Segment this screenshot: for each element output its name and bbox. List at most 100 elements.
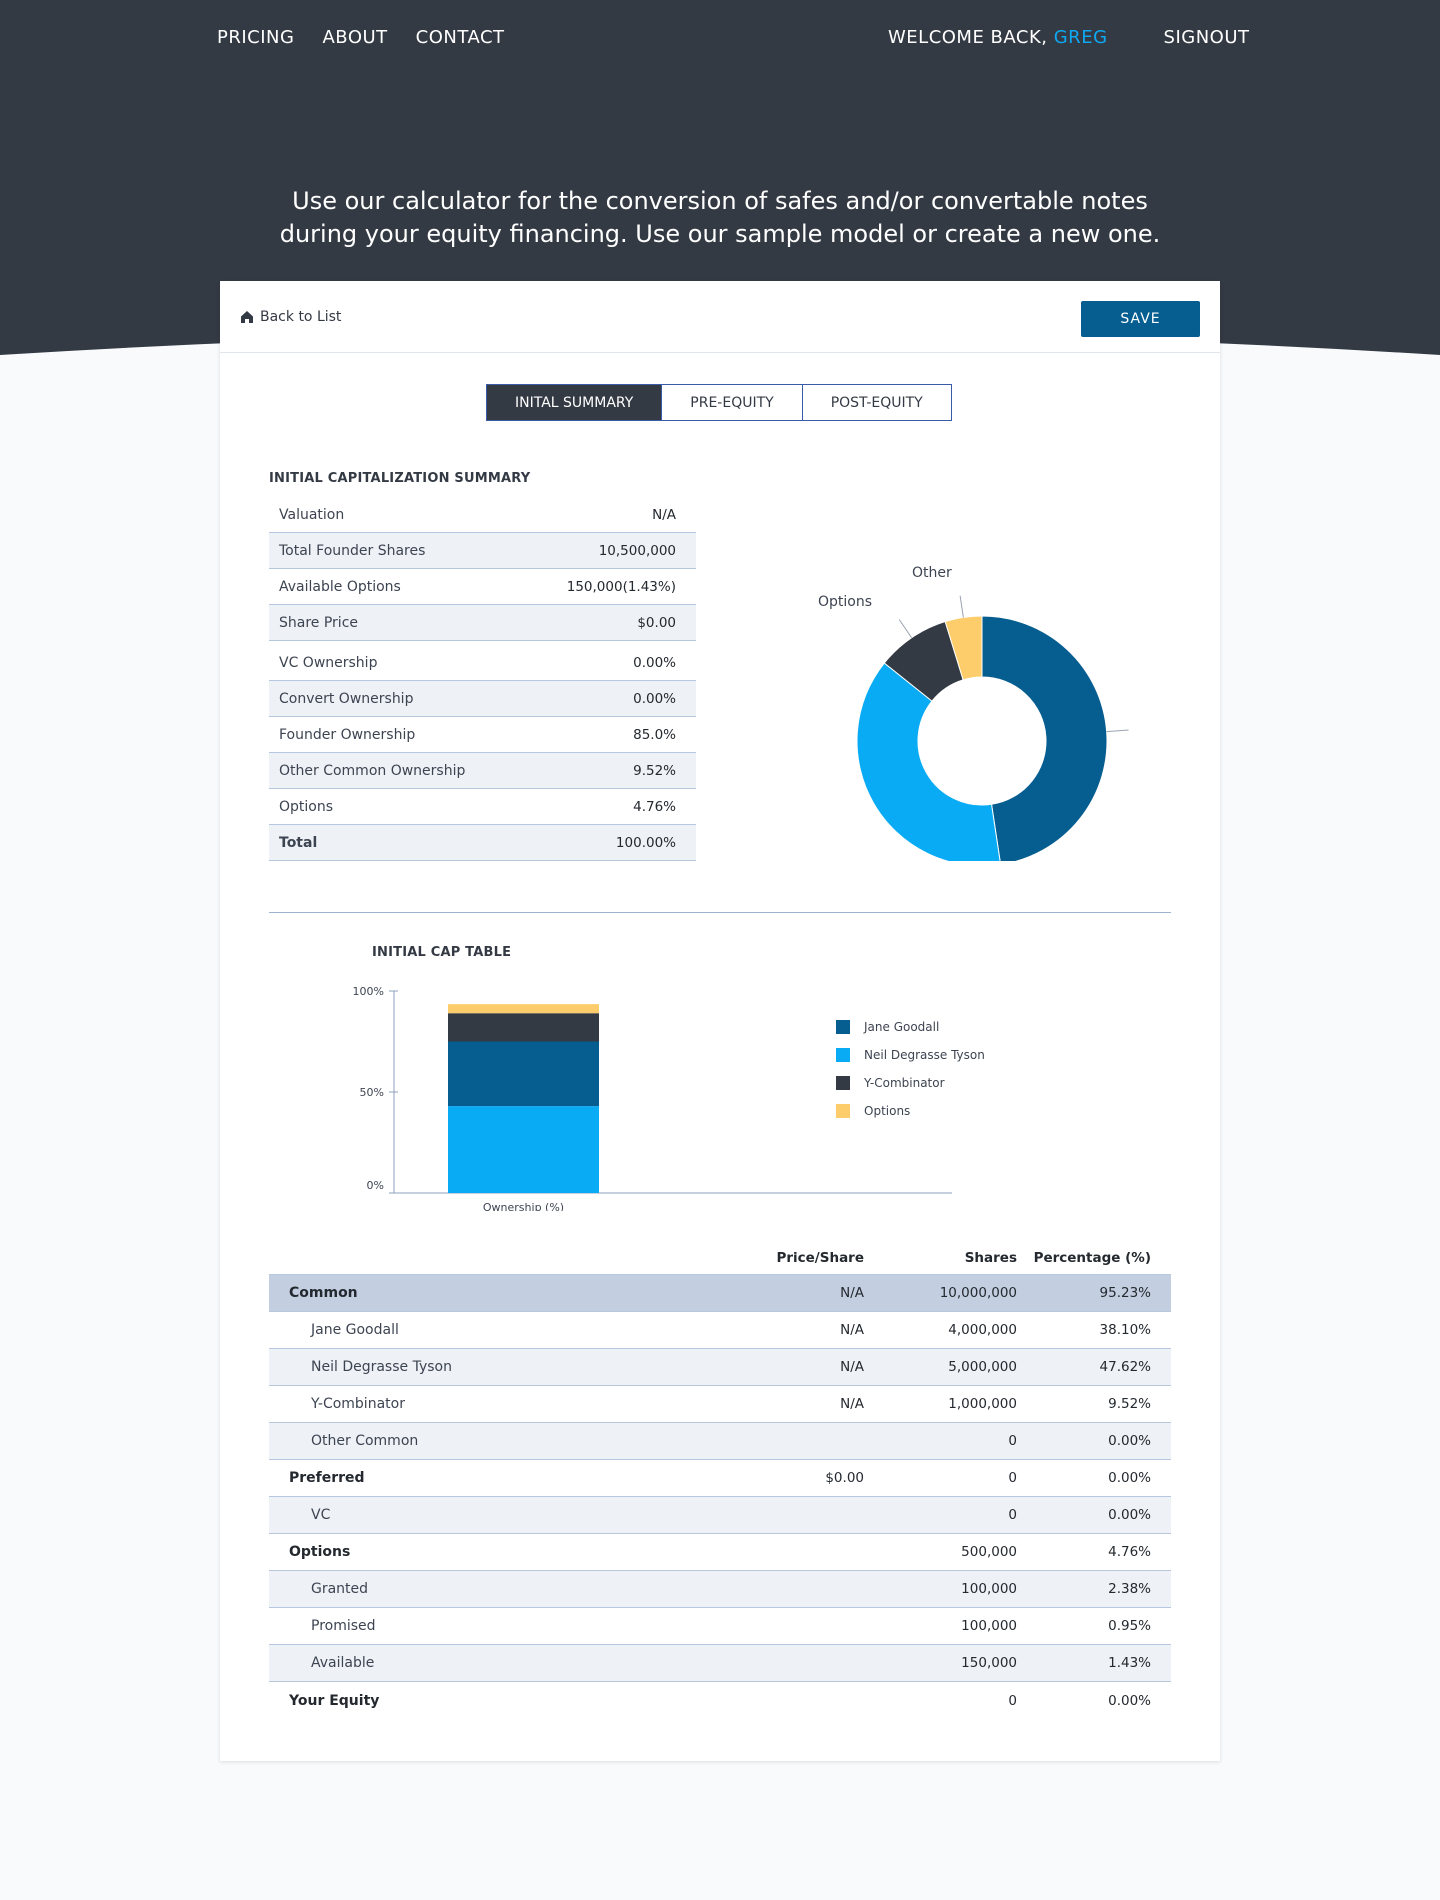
summary-label: Founder Ownership (279, 726, 416, 743)
donut-label-leader (898, 619, 913, 638)
row-percentage: 0.00% (1108, 1507, 1151, 1523)
cap-table-row: VC 0 0.00% (269, 1497, 1171, 1534)
chart-legend: Jane Goodall Neil Degrasse Tyson Y-Combi… (836, 1013, 985, 1125)
row-percentage: 95.23% (1099, 1285, 1151, 1301)
save-button[interactable]: SAVE (1081, 301, 1200, 337)
row-name: Promised (311, 1618, 376, 1634)
donut-svg: FoundersOptionsOther (818, 565, 1129, 887)
tab-post-equity[interactable]: POST-EQUITY (802, 385, 951, 420)
legend-label: Neil Degrasse Tyson (864, 1048, 985, 1062)
summary-label: VC Ownership (279, 654, 378, 671)
row-name: Common (289, 1285, 358, 1301)
user-name[interactable]: GREG (1054, 27, 1108, 48)
tab-initial-summary[interactable]: INITAL SUMMARY (487, 385, 663, 420)
row-shares: 0 (1008, 1507, 1017, 1523)
summary-value: 100.00% (615, 834, 676, 851)
row-price-share: N/A (840, 1396, 864, 1412)
legend-item: Y-Combinator (836, 1069, 985, 1097)
donut-label-other: Other (912, 565, 952, 581)
bar-segment-y-combinator[interactable] (448, 1013, 599, 1042)
row-percentage: 0.00% (1108, 1692, 1151, 1709)
summary-label: Convert Ownership (279, 690, 414, 707)
cap-table-row: Options 500,000 4.76% (269, 1534, 1171, 1571)
cap-chart-title: INITIAL CAP TABLE (372, 945, 512, 960)
summary-label: Total Founder Shares (279, 542, 426, 559)
row-percentage: 38.10% (1099, 1322, 1151, 1338)
y-tick-label: 50% (360, 1086, 384, 1099)
cap-table-body: Common N/A 10,000,000 95.23% Jane Goodall N/A… (269, 1275, 1171, 1719)
signout-link[interactable]: SIGNOUT (1164, 27, 1250, 48)
tab-pre-equity[interactable]: PRE-EQUITY (662, 385, 803, 420)
summary-label: Valuation (279, 506, 345, 523)
row-name: VC (311, 1507, 331, 1523)
home-icon (241, 311, 253, 323)
nav-about[interactable]: ABOUT (322, 27, 387, 48)
summary-row: Available Options 150,000(1.43%) (269, 569, 696, 605)
summary-row: Convert Ownership 0.00% (269, 681, 696, 717)
welcome-prefix: WELCOME BACK, (888, 27, 1054, 48)
row-name: Jane Goodall (311, 1322, 399, 1338)
summary-label: Other Common Ownership (279, 762, 466, 779)
cap-table-row: Y-Combinator N/A 1,000,000 9.52% (269, 1386, 1171, 1423)
bar-segment-options[interactable] (448, 1004, 599, 1014)
cap-table-row: Your Equity 0 0.00% (269, 1682, 1171, 1719)
card-header: Back to List SAVE (220, 281, 1220, 353)
summary-row: Founder Ownership 85.0% (269, 717, 696, 753)
summary-value: 10,500,000 (598, 542, 676, 559)
summary-value: N/A (652, 506, 676, 523)
row-shares: 4,000,000 (948, 1322, 1017, 1338)
legend-swatch (836, 1048, 850, 1062)
legend-label: Y-Combinator (864, 1076, 945, 1090)
row-shares: 100,000 (961, 1618, 1017, 1634)
section-divider (269, 912, 1171, 913)
row-name: Your Equity (289, 1692, 380, 1709)
row-name: Other Common (311, 1433, 419, 1449)
header-percentage: Percentage (%) (1033, 1249, 1151, 1266)
cap-table-header: Price/Share Shares Percentage (%) (269, 1241, 1171, 1275)
donut-label-options: Options (818, 594, 872, 610)
summary-label: Total (279, 834, 318, 851)
cap-table-row: Available 150,000 1.43% (269, 1645, 1171, 1682)
row-percentage: 0.00% (1108, 1433, 1151, 1449)
nav-pricing[interactable]: PRICING (217, 27, 294, 48)
row-percentage: 9.52% (1108, 1396, 1151, 1412)
summary-label: Share Price (279, 614, 359, 631)
cap-table-row: Granted 100,000 2.38% (269, 1571, 1171, 1608)
row-shares: 100,000 (961, 1581, 1017, 1597)
row-name: Granted (311, 1581, 369, 1597)
tab-bar: INITAL SUMMARY PRE-EQUITY POST-EQUITY (486, 384, 952, 421)
cap-table-row: Jane Goodall N/A 4,000,000 38.10% (269, 1312, 1171, 1349)
donut-slice-founders[interactable] (981, 615, 1108, 866)
cap-table: Price/Share Shares Percentage (%) Common… (269, 1241, 1171, 1719)
cap-table-row: Promised 100,000 0.95% (269, 1608, 1171, 1645)
summary-table: Valuation N/A Total Founder Shares 10,500,… (269, 497, 696, 861)
summary-value: 4.76% (633, 798, 676, 815)
nav-contact[interactable]: CONTACT (416, 27, 505, 48)
calculator-card: Back to List SAVE INITAL SUMMARY PRE-EQU… (220, 281, 1220, 1761)
main-nav: PRICING ABOUT CONTACT (217, 27, 505, 48)
row-percentage: 47.62% (1099, 1359, 1151, 1375)
summary-value: 150,000(1.43%) (566, 578, 676, 595)
summary-label: Options (279, 798, 334, 815)
summary-value: 0.00% (633, 690, 676, 707)
summary-label: Available Options (279, 578, 401, 595)
bar-segment-jane-goodall[interactable] (448, 1041, 599, 1107)
summary-row: VC Ownership 0.00% (269, 645, 696, 681)
legend-swatch (836, 1104, 850, 1118)
summary-title: INITIAL CAPITALIZATION SUMMARY (269, 471, 531, 486)
row-name: Neil Degrasse Tyson (311, 1359, 452, 1375)
row-shares: 0 (1008, 1470, 1017, 1486)
row-percentage: 0.00% (1108, 1470, 1151, 1486)
row-shares: 0 (1008, 1692, 1017, 1709)
back-to-list-link[interactable]: Back to List (240, 309, 341, 325)
row-name: Available (311, 1655, 375, 1671)
legend-label: Jane Goodall (864, 1020, 940, 1034)
summary-value: 85.0% (633, 726, 676, 743)
row-name: Options (289, 1544, 351, 1560)
row-shares: 1,000,000 (948, 1396, 1017, 1412)
bar-segment-neil-degrasse-tyson[interactable] (448, 1106, 599, 1193)
legend-swatch (836, 1076, 850, 1090)
cap-table-row: Neil Degrasse Tyson N/A 5,000,000 47.62% (269, 1349, 1171, 1386)
y-tick-label: 100% (353, 985, 384, 998)
row-shares: 10,000,000 (939, 1285, 1017, 1301)
